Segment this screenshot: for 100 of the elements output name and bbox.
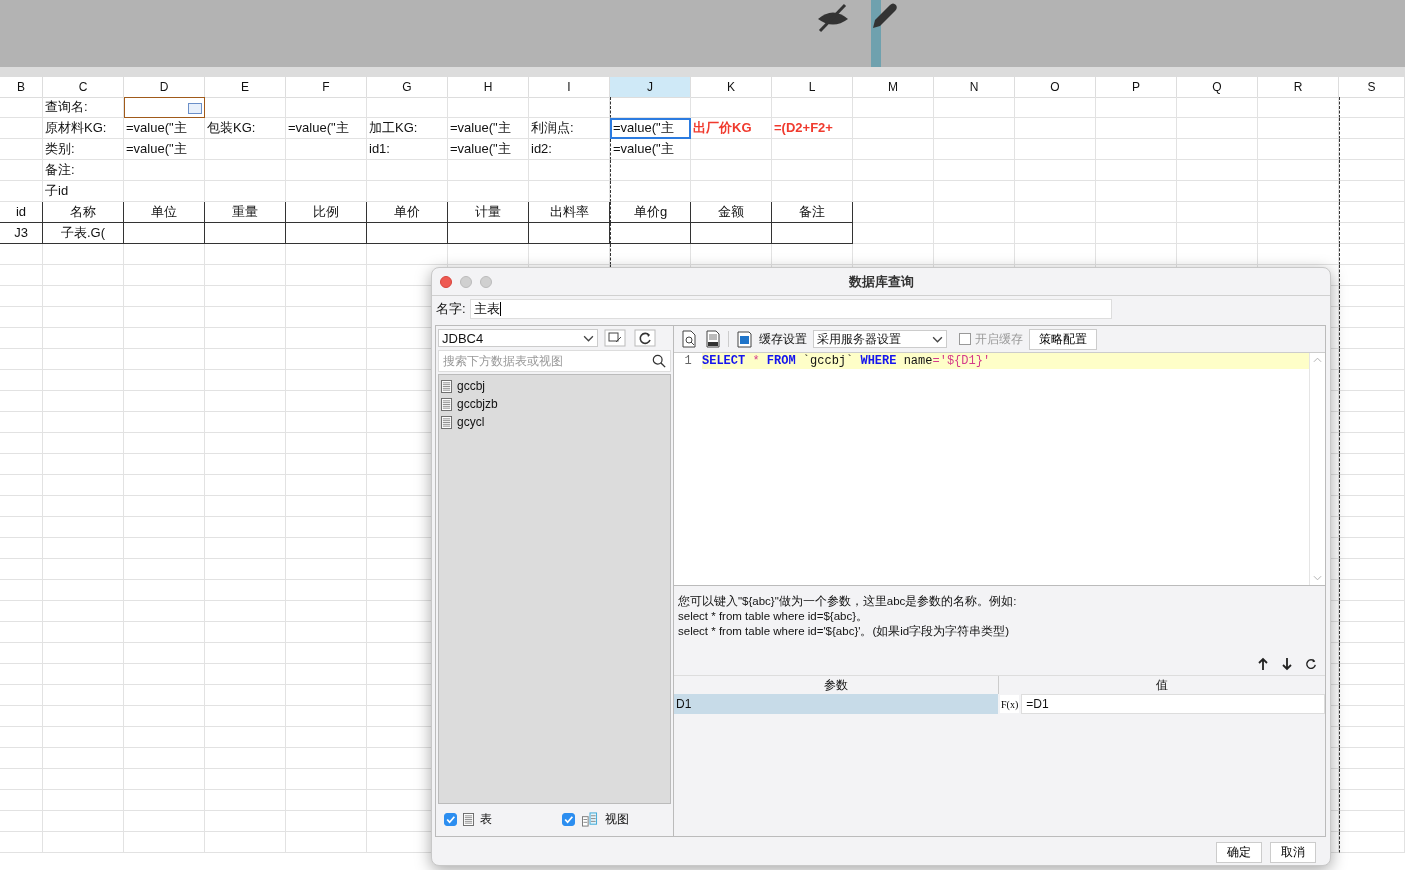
sql-file-icon[interactable] (704, 330, 722, 348)
table-cell: 单价 (367, 202, 448, 223)
grid-cell (0, 349, 43, 370)
preview-icon[interactable] (680, 330, 698, 348)
grid-cell (1339, 412, 1405, 433)
grid-cell (0, 790, 43, 811)
column-header[interactable]: L (772, 77, 853, 98)
grid-cell (0, 559, 43, 580)
formula-button[interactable]: F(x) (1000, 695, 1020, 713)
checkbox[interactable] (562, 812, 575, 826)
grid-cell (1339, 664, 1405, 685)
grid-cell (1339, 370, 1405, 391)
table-cell: 查询名: (43, 97, 124, 118)
column-header[interactable]: S (1339, 77, 1405, 98)
grid-cell (0, 706, 43, 727)
column-header[interactable]: P (1096, 77, 1177, 98)
cache-select[interactable]: 采用服务器设置 (813, 330, 947, 348)
refresh-icon[interactable] (632, 329, 658, 347)
dialog-button[interactable]: 确定 (1216, 841, 1262, 863)
name-label: 名字: (436, 300, 466, 318)
grid-cell (1339, 139, 1405, 160)
down-arrow-icon[interactable] (1281, 657, 1293, 671)
column-header[interactable]: Q (1177, 77, 1258, 98)
dialog-button[interactable]: 取消 (1270, 841, 1316, 863)
grid-cell (1339, 328, 1405, 349)
column-header[interactable]: C (43, 77, 124, 98)
grid-cell (0, 307, 43, 328)
table-cell: =(D2+F2+ (772, 118, 853, 139)
grid-cell (1339, 727, 1405, 748)
strategy-button[interactable]: 策略配置 (1029, 328, 1097, 350)
column-header[interactable]: M (853, 77, 934, 98)
grid-cell (0, 160, 43, 181)
grid-cell (1339, 538, 1405, 559)
grid-cell (1339, 685, 1405, 706)
grid-cell (0, 685, 43, 706)
table-item[interactable]: gccbjzb (441, 395, 668, 413)
grid-cell (1339, 496, 1405, 517)
column-header[interactable]: J (610, 77, 691, 98)
column-header[interactable]: F (286, 77, 367, 98)
table-cell: 备注 (772, 202, 853, 223)
grid-cell (1339, 559, 1405, 580)
grid-cell (0, 622, 43, 643)
grid-cell (1339, 517, 1405, 538)
grid-cell (1339, 97, 1405, 118)
dropdown-icon[interactable] (188, 103, 202, 114)
grid-cell (0, 433, 43, 454)
table-cell: =value("主 (448, 118, 529, 139)
grid-cell (0, 538, 43, 559)
column-header[interactable]: I (529, 77, 610, 98)
grid-cell (1339, 433, 1405, 454)
grid-cell (0, 412, 43, 433)
table-cell: id1: (367, 139, 448, 160)
table-icon (441, 379, 452, 393)
help-text: select * from table where id='${abc}'。(如果id字段为字符串类型) (678, 624, 1010, 639)
checkbox[interactable] (444, 812, 457, 826)
table-cell: 金额 (691, 202, 772, 223)
dropdown-cell[interactable] (124, 97, 205, 118)
column-header[interactable]: R (1258, 77, 1339, 98)
grid-cell (0, 580, 43, 601)
grid-cell (1339, 286, 1405, 307)
refresh-icon[interactable] (1305, 657, 1317, 671)
grid-cell (1339, 160, 1405, 181)
column-header[interactable]: K (691, 77, 772, 98)
column-header[interactable]: B (0, 77, 43, 98)
cache-icon[interactable] (735, 330, 753, 348)
grid-cell (0, 496, 43, 517)
grid-cell (1339, 643, 1405, 664)
table-item[interactable]: gccbj (441, 377, 668, 395)
table-cell: 名称 (43, 202, 124, 223)
help-text: 您可以键入"${abc}"做为一个参数，这里abc是参数的名称。例如: (678, 594, 1017, 609)
column-header[interactable]: N (934, 77, 1015, 98)
chevron-down-icon[interactable] (583, 334, 594, 342)
grid-cell (1339, 622, 1405, 643)
param-name[interactable]: D1 (674, 694, 998, 714)
table-cell: J3 (0, 223, 43, 244)
search-icon[interactable] (652, 354, 666, 368)
grid-cell (1339, 580, 1405, 601)
grid-cell (0, 601, 43, 622)
param-value-field[interactable]: =D1 (1021, 694, 1325, 714)
grid-cell (0, 727, 43, 748)
datasource-select[interactable]: JDBC4 (438, 329, 598, 347)
grid-cell (0, 370, 43, 391)
close-button[interactable] (440, 275, 452, 288)
grid-cell (0, 286, 43, 307)
table-item[interactable]: gcycl (441, 413, 668, 431)
grid-cell (1339, 181, 1405, 202)
grid-cell (1339, 601, 1405, 622)
column-header[interactable]: G (367, 77, 448, 98)
table-cell: id2: (529, 139, 610, 160)
chevron-down-icon[interactable] (932, 335, 943, 343)
name-field[interactable]: 主表 (469, 299, 1112, 319)
column-header[interactable]: O (1015, 77, 1096, 98)
grid-cell (0, 748, 43, 769)
up-arrow-icon[interactable] (1257, 657, 1269, 671)
filter-label: 表 (480, 810, 492, 828)
grid-cell (1339, 265, 1405, 286)
table-icon (441, 415, 452, 429)
column-header[interactable]: E (205, 77, 286, 98)
grid-cell (0, 181, 43, 202)
column-header[interactable]: H (448, 77, 529, 98)
